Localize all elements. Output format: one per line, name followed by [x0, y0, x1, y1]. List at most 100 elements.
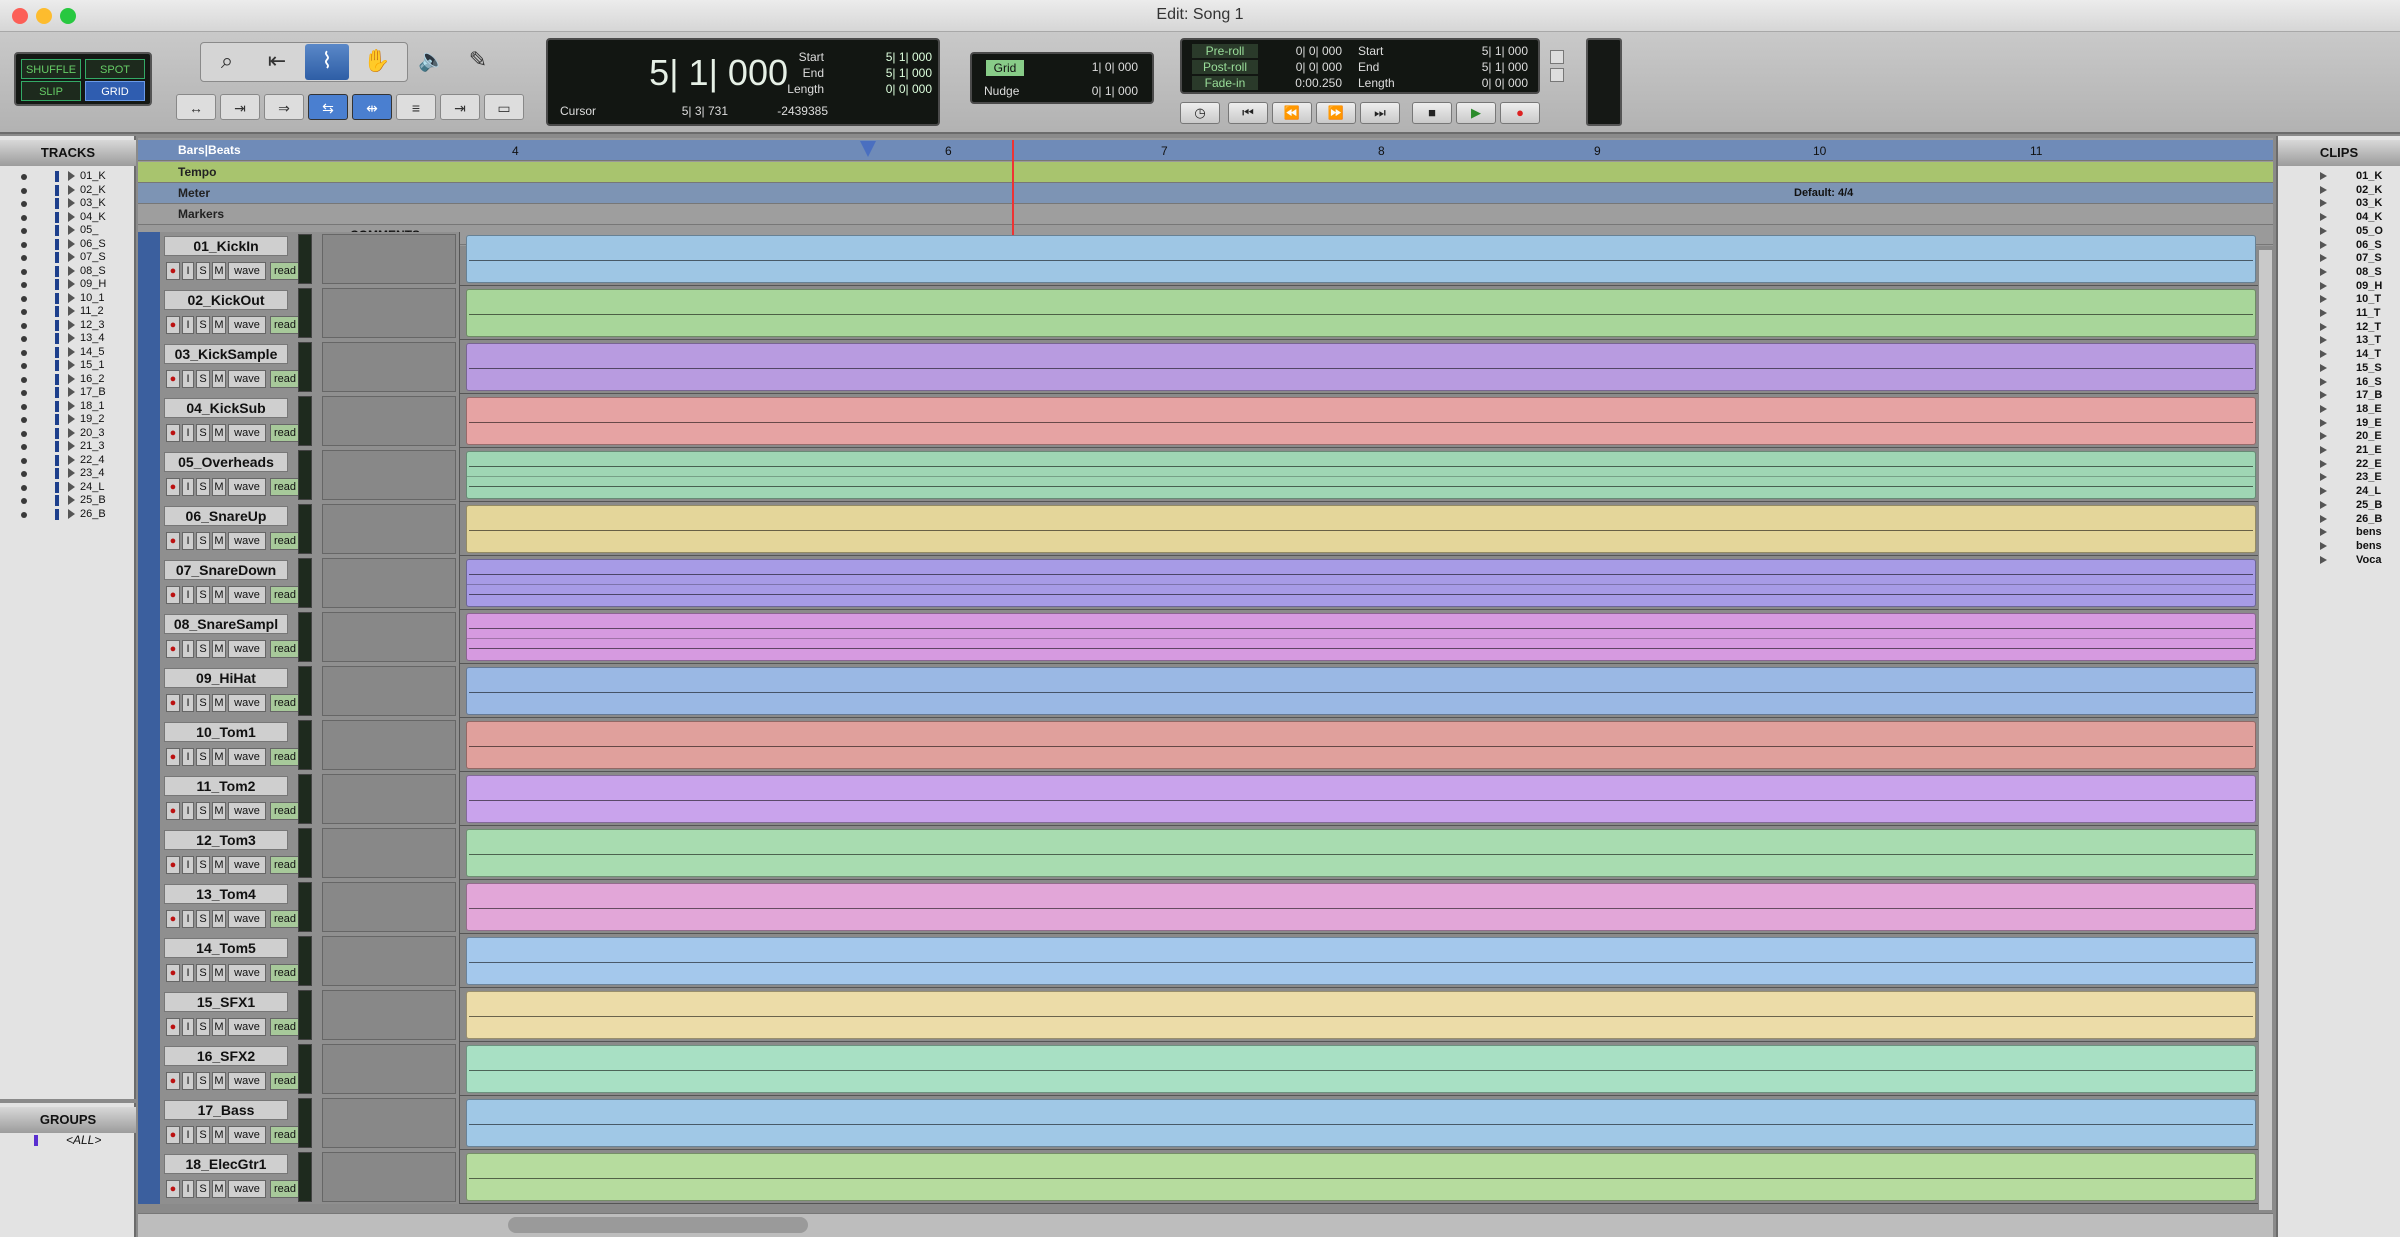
- playhead-marker-icon[interactable]: [860, 141, 876, 157]
- bars-beats-ruler[interactable]: Bars|Beats 4 6 7 8 9 10 11: [138, 140, 2273, 161]
- input-monitor-button[interactable]: I: [182, 424, 194, 442]
- track-name[interactable]: 03_KickSample: [164, 344, 288, 364]
- transport-option-2[interactable]: [1550, 68, 1564, 82]
- show-track-dot-icon[interactable]: [21, 390, 27, 396]
- mute-button[interactable]: M: [212, 856, 226, 874]
- track-name[interactable]: 05_Overheads: [164, 452, 288, 472]
- tracks-list-item[interactable]: 02_K: [10, 184, 130, 198]
- automation-mode-selector[interactable]: read: [270, 424, 300, 442]
- clips-list-item[interactable]: 22_E: [2278, 458, 2400, 472]
- track-select-strip[interactable]: [138, 232, 160, 286]
- automation-mode-selector[interactable]: read: [270, 370, 300, 388]
- track-name[interactable]: 13_Tom4: [164, 884, 288, 904]
- track-name[interactable]: 08_SnareSampl: [164, 614, 288, 634]
- input-monitor-button[interactable]: I: [182, 316, 194, 334]
- track-name[interactable]: 04_KickSub: [164, 398, 288, 418]
- input-monitor-button[interactable]: I: [182, 748, 194, 766]
- mute-button[interactable]: M: [212, 748, 226, 766]
- clips-list-item[interactable]: 26_B: [2278, 513, 2400, 527]
- clips-list-item[interactable]: bens: [2278, 540, 2400, 554]
- track-view-selector[interactable]: wave: [228, 694, 266, 712]
- expand-triangle-icon[interactable]: [68, 198, 75, 208]
- tracks-list-item[interactable]: 07_S: [10, 251, 130, 265]
- show-track-dot-icon[interactable]: [21, 268, 27, 275]
- track-select-strip[interactable]: [138, 934, 160, 988]
- preroll-value[interactable]: 0| 0| 000: [1272, 44, 1342, 58]
- track-clip-waveform[interactable]: [466, 235, 2256, 283]
- expand-triangle-icon[interactable]: [68, 265, 75, 276]
- tracks-panel-title[interactable]: TRACKS: [0, 140, 136, 166]
- expand-triangle-icon[interactable]: [2320, 432, 2327, 441]
- track-view-selector[interactable]: wave: [228, 1018, 266, 1036]
- tracks-list-item[interactable]: 11_2: [10, 305, 130, 319]
- clips-list-item[interactable]: 12_T: [2278, 321, 2400, 335]
- track-comments-field[interactable]: [322, 990, 456, 1040]
- show-track-dot-icon[interactable]: [21, 282, 27, 288]
- expand-triangle-icon[interactable]: [68, 319, 75, 330]
- track-comments-field[interactable]: [322, 396, 456, 446]
- expand-triangle-icon[interactable]: [68, 279, 75, 289]
- insertion-follows-playback-icon[interactable]: ⇹: [352, 94, 392, 120]
- mirror-midi-icon[interactable]: ⇆: [308, 94, 348, 120]
- zoom-tool-icon[interactable]: ⌕: [205, 44, 249, 80]
- length-value[interactable]: 0| 0| 000: [862, 82, 932, 96]
- postroll-button[interactable]: Post-roll: [1192, 60, 1258, 74]
- track-view-selector[interactable]: wave: [228, 910, 266, 928]
- horizontal-scrollbar[interactable]: [138, 1213, 2273, 1237]
- solo-button[interactable]: S: [196, 478, 210, 496]
- pencil-tool-icon[interactable]: ✎: [456, 43, 500, 79]
- record-enable-button[interactable]: ●: [166, 802, 180, 820]
- expand-triangle-icon[interactable]: [68, 400, 75, 411]
- shuffle-mode-button[interactable]: SHUFFLE: [21, 59, 81, 79]
- transport-start-value[interactable]: 5| 1| 000: [1452, 44, 1528, 58]
- show-track-dot-icon[interactable]: [21, 457, 27, 464]
- tracks-list-item[interactable]: 20_3: [10, 427, 130, 441]
- track-clip-waveform[interactable]: [466, 775, 2256, 823]
- input-monitor-button[interactable]: I: [182, 802, 194, 820]
- expand-triangle-icon[interactable]: [2320, 240, 2327, 249]
- track-select-strip[interactable]: [138, 610, 160, 664]
- automation-mode-selector[interactable]: read: [270, 262, 300, 280]
- solo-button[interactable]: S: [196, 964, 210, 982]
- show-track-dot-icon[interactable]: [21, 187, 27, 194]
- clips-list-item[interactable]: 21_E: [2278, 444, 2400, 458]
- show-track-dot-icon[interactable]: [21, 322, 27, 329]
- solo-button[interactable]: S: [196, 586, 210, 604]
- track-comments-field[interactable]: [322, 1044, 456, 1094]
- postroll-value[interactable]: 0| 0| 000: [1272, 60, 1342, 74]
- tracks-list-item[interactable]: 25_B: [10, 494, 130, 508]
- fadein-button[interactable]: Fade-in: [1192, 76, 1258, 90]
- expand-triangle-icon[interactable]: [2320, 254, 2327, 263]
- solo-button[interactable]: S: [196, 1072, 210, 1090]
- input-monitor-button[interactable]: I: [182, 478, 194, 496]
- expand-triangle-icon[interactable]: [68, 387, 75, 397]
- track-select-strip[interactable]: [138, 988, 160, 1042]
- expand-triangle-icon[interactable]: [68, 373, 75, 384]
- solo-button[interactable]: S: [196, 370, 210, 388]
- record-enable-button[interactable]: ●: [166, 316, 180, 334]
- solo-button[interactable]: S: [196, 424, 210, 442]
- clips-list-item[interactable]: bens: [2278, 526, 2400, 540]
- record-enable-button[interactable]: ●: [166, 640, 180, 658]
- solo-button[interactable]: S: [196, 640, 210, 658]
- track-comments-field[interactable]: [322, 774, 456, 824]
- input-monitor-button[interactable]: I: [182, 640, 194, 658]
- record-enable-button[interactable]: ●: [166, 910, 180, 928]
- expand-triangle-icon[interactable]: [2320, 213, 2327, 222]
- mute-button[interactable]: M: [212, 586, 226, 604]
- record-enable-button[interactable]: ●: [166, 694, 180, 712]
- clips-list-item[interactable]: 23_E: [2278, 471, 2400, 485]
- show-track-dot-icon[interactable]: [21, 403, 27, 410]
- end-value[interactable]: 5| 1| 000: [862, 66, 932, 80]
- track-clip-waveform[interactable]: [466, 1153, 2256, 1201]
- track-select-strip[interactable]: [138, 448, 160, 502]
- record-enable-button[interactable]: ●: [166, 748, 180, 766]
- groups-panel-title[interactable]: GROUPS: [0, 1107, 136, 1133]
- mute-button[interactable]: M: [212, 964, 226, 982]
- vertical-scrollbar[interactable]: [2258, 250, 2272, 1210]
- record-enable-button[interactable]: ●: [166, 1180, 180, 1198]
- automation-mode-selector[interactable]: read: [270, 532, 300, 550]
- record-enable-button[interactable]: ●: [166, 370, 180, 388]
- transport-length-value[interactable]: 0| 0| 000: [1452, 76, 1528, 90]
- expand-triangle-icon[interactable]: [2320, 391, 2327, 400]
